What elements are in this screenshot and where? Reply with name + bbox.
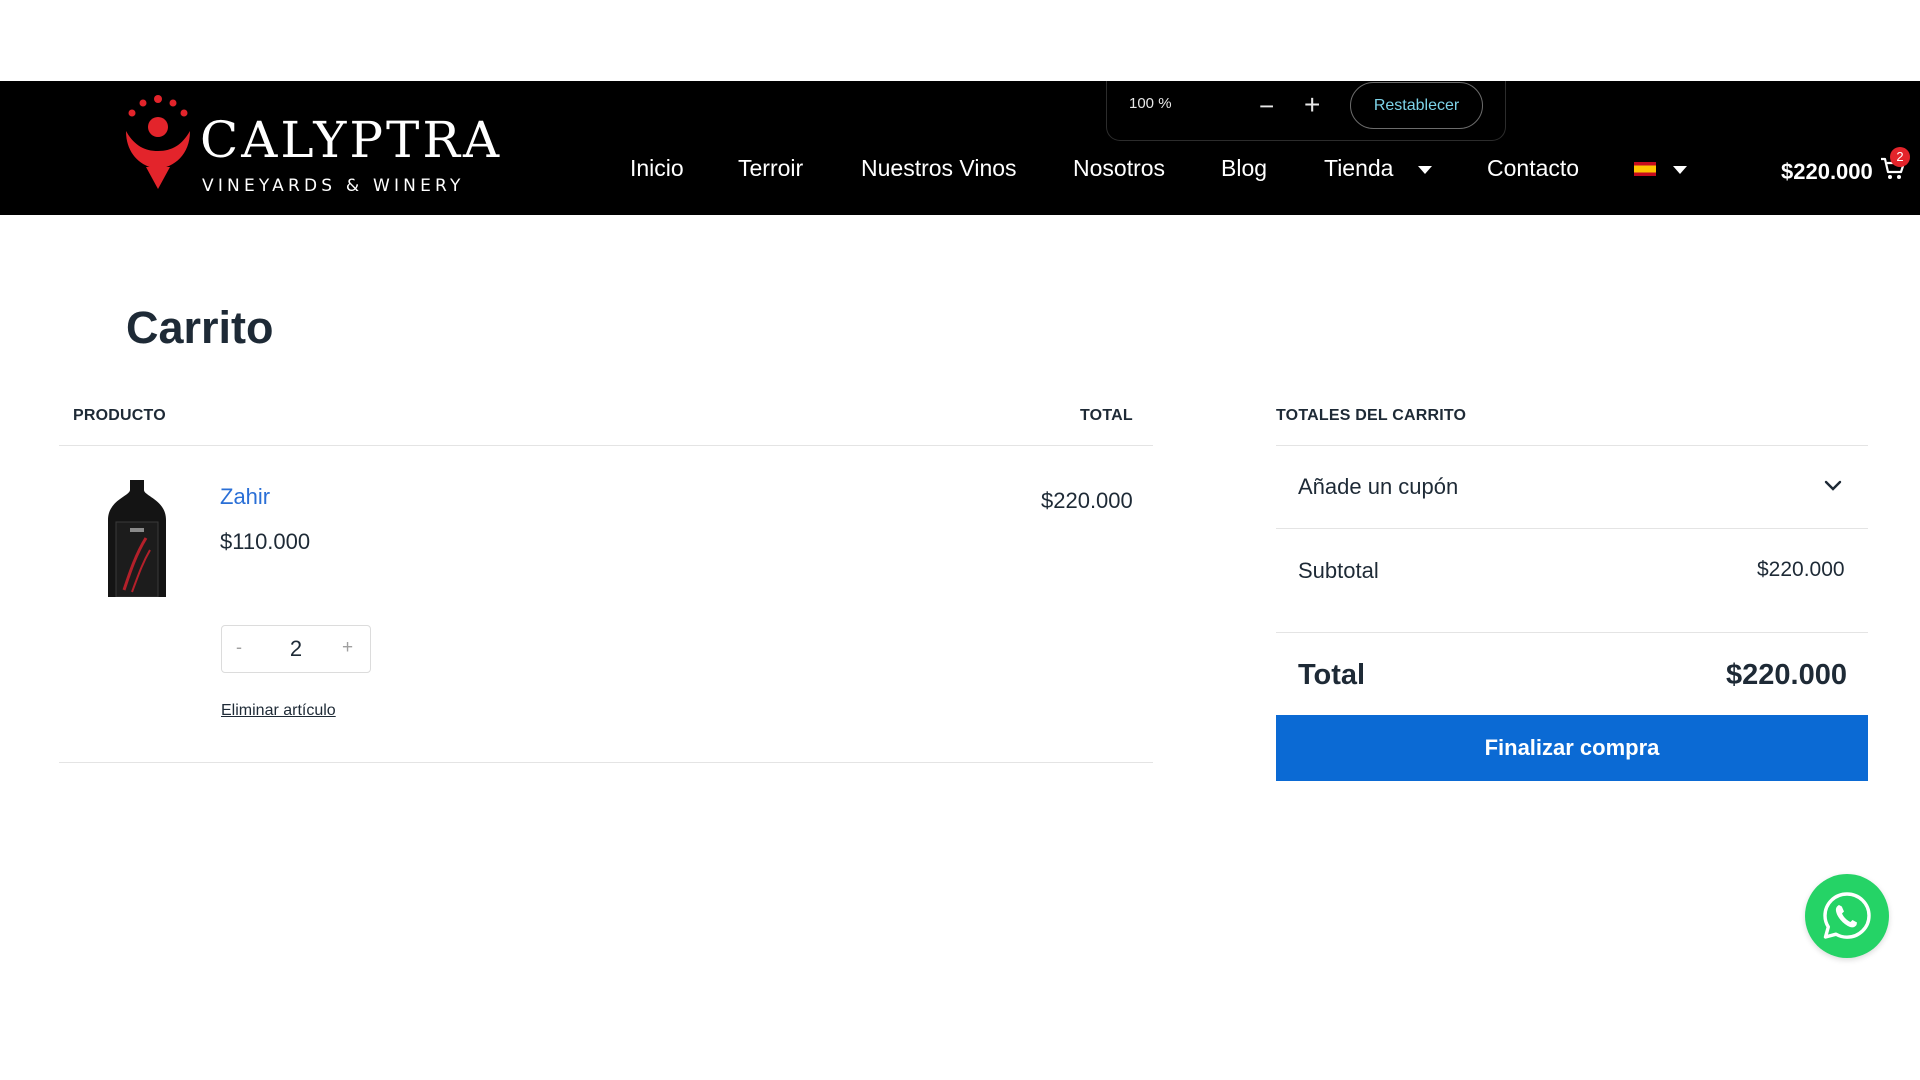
quantity-stepper: - + bbox=[221, 625, 371, 673]
zoom-in-button[interactable]: + bbox=[1304, 91, 1320, 119]
nav-item-tienda[interactable]: Tienda bbox=[1324, 157, 1432, 180]
subtotal-divider bbox=[1276, 632, 1868, 633]
zoom-out-button[interactable]: − bbox=[1259, 93, 1274, 119]
coupon-toggle[interactable]: Añade un cupón bbox=[1276, 446, 1868, 528]
nav-item-blog[interactable]: Blog bbox=[1221, 157, 1267, 180]
product-unit-price: $110.000 bbox=[220, 529, 311, 554]
nav-item-contacto[interactable]: Contacto bbox=[1487, 157, 1579, 180]
coupon-divider bbox=[1276, 528, 1868, 529]
site-header: CALYPTRA VINEYARDS & WINERY Inicio Terro… bbox=[0, 81, 1920, 215]
site-logo[interactable]: CALYPTRA VINEYARDS & WINERY bbox=[118, 93, 499, 196]
line-total: $220.000 bbox=[1041, 488, 1133, 513]
remove-item-link[interactable]: Eliminar artículo bbox=[221, 702, 336, 720]
checkout-button[interactable]: Finalizar compra bbox=[1276, 715, 1868, 781]
wine-bottle-image[interactable] bbox=[104, 480, 170, 597]
zoom-level: 100 % bbox=[1129, 95, 1172, 112]
quantity-increase-button[interactable]: + bbox=[342, 637, 353, 659]
header-cart-amount[interactable]: $220.000 bbox=[1781, 159, 1873, 185]
whatsapp-button[interactable] bbox=[1805, 874, 1889, 958]
nav-item-nosotros[interactable]: Nosotros bbox=[1073, 157, 1165, 180]
total-label: Total bbox=[1298, 659, 1366, 691]
total-value: $220.000 bbox=[1726, 659, 1847, 691]
spain-flag-icon[interactable] bbox=[1634, 162, 1656, 176]
zoom-reset-button[interactable]: Restablecer bbox=[1350, 82, 1483, 129]
product-column-header: PRODUCTO bbox=[73, 407, 166, 424]
quantity-input[interactable] bbox=[272, 636, 320, 662]
product-name-link[interactable]: Zahir bbox=[220, 484, 270, 510]
total-column-header: TOTAL bbox=[1080, 407, 1133, 424]
cart-totals-heading: TOTALES DEL CARRITO bbox=[1276, 407, 1467, 424]
page-title: Carrito bbox=[126, 302, 274, 353]
subtotal-label: Subtotal bbox=[1298, 558, 1379, 583]
nav-item-terroir[interactable]: Terroir bbox=[738, 157, 803, 180]
logo-name: CALYPTRA bbox=[200, 111, 503, 169]
nav-item-tienda-label: Tienda bbox=[1324, 155, 1394, 181]
zoom-toolbar: 100 % − + Restablecer bbox=[1106, 81, 1506, 141]
logo-tagline: VINEYARDS & WINERY bbox=[202, 176, 465, 196]
table-header-divider bbox=[59, 445, 1153, 446]
language-chevron-down-icon[interactable] bbox=[1673, 166, 1687, 174]
grape-logo-icon bbox=[126, 95, 190, 189]
whatsapp-icon bbox=[1823, 892, 1871, 939]
coupon-label: Añade un cupón bbox=[1298, 474, 1459, 499]
nav-item-nuestros-vinos[interactable]: Nuestros Vinos bbox=[861, 157, 1017, 180]
table-bottom-divider bbox=[59, 762, 1153, 763]
chevron-down-icon bbox=[1417, 165, 1432, 174]
chevron-down-icon bbox=[1824, 480, 1842, 491]
nav-item-inicio[interactable]: Inicio bbox=[630, 157, 684, 180]
cart-count-badge: 2 bbox=[1890, 147, 1910, 167]
quantity-decrease-button[interactable]: - bbox=[236, 637, 242, 658]
subtotal-value: $220.000 bbox=[1757, 558, 1845, 581]
